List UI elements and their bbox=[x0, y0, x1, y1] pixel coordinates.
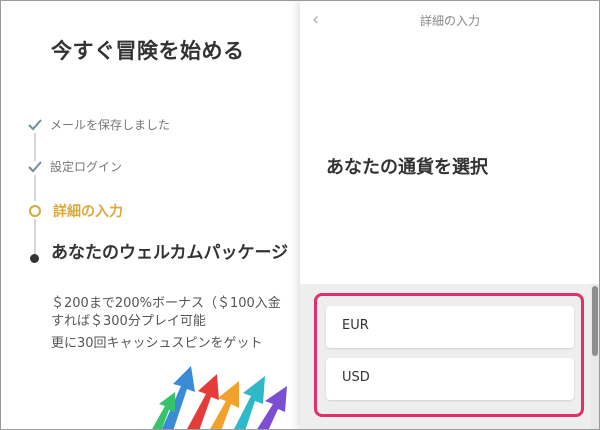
currency-option-eur[interactable]: EUR bbox=[326, 306, 574, 348]
progress-line bbox=[34, 133, 36, 161]
step-label: 設定ログイン bbox=[50, 160, 123, 174]
step-enter-details: 詳細の入力 bbox=[29, 201, 123, 221]
page-title: 今すぐ冒険を始める bbox=[51, 39, 245, 63]
scrollbar-thumb[interactable] bbox=[592, 286, 598, 356]
currency-option-label: USD bbox=[342, 370, 370, 385]
panel-title: 詳細の入力 bbox=[419, 14, 480, 28]
currency-option-label: EUR bbox=[342, 318, 369, 333]
progress-line bbox=[34, 219, 36, 255]
free-spins-text: 更に30回キャッシュスピンをゲット bbox=[51, 336, 263, 351]
check-icon bbox=[28, 118, 42, 130]
check-icon bbox=[28, 160, 42, 172]
panel-header: ‹ 詳細の入力 bbox=[300, 1, 599, 41]
signup-progress-panel: 今すぐ冒険を始める メールを保存しました 設定ログイン 詳細の入力 あなたのウェ… bbox=[1, 1, 301, 429]
currency-options-area: EUR USD bbox=[300, 284, 599, 429]
screen-frame: 今すぐ冒険を始める メールを保存しました 設定ログイン 詳細の入力 あなたのウェ… bbox=[0, 0, 600, 430]
step-login-setup: 設定ログイン bbox=[27, 158, 122, 175]
currency-heading: あなたの通貨を選択 bbox=[326, 157, 488, 178]
scrollbar[interactable] bbox=[591, 284, 599, 429]
details-panel: ‹ 詳細の入力 あなたの通貨を選択 EUR USD bbox=[300, 1, 599, 429]
progress-line bbox=[34, 175, 36, 201]
step-email-saved: メールを保存しました bbox=[27, 116, 170, 133]
current-step-ring-icon bbox=[29, 205, 41, 217]
step-label: 詳細の入力 bbox=[53, 204, 123, 220]
welcome-bullet-icon bbox=[30, 254, 39, 263]
bonus-text: ＄200まで200%ボーナス（＄100入金すれば＄300分プレイ可能 bbox=[51, 296, 281, 329]
currency-option-usd[interactable]: USD bbox=[326, 358, 574, 400]
step-label: メールを保存しました bbox=[50, 118, 171, 132]
welcome-package-title: あなたのウェルカムパッケージ bbox=[51, 243, 289, 263]
arrows-illustration bbox=[152, 366, 287, 429]
